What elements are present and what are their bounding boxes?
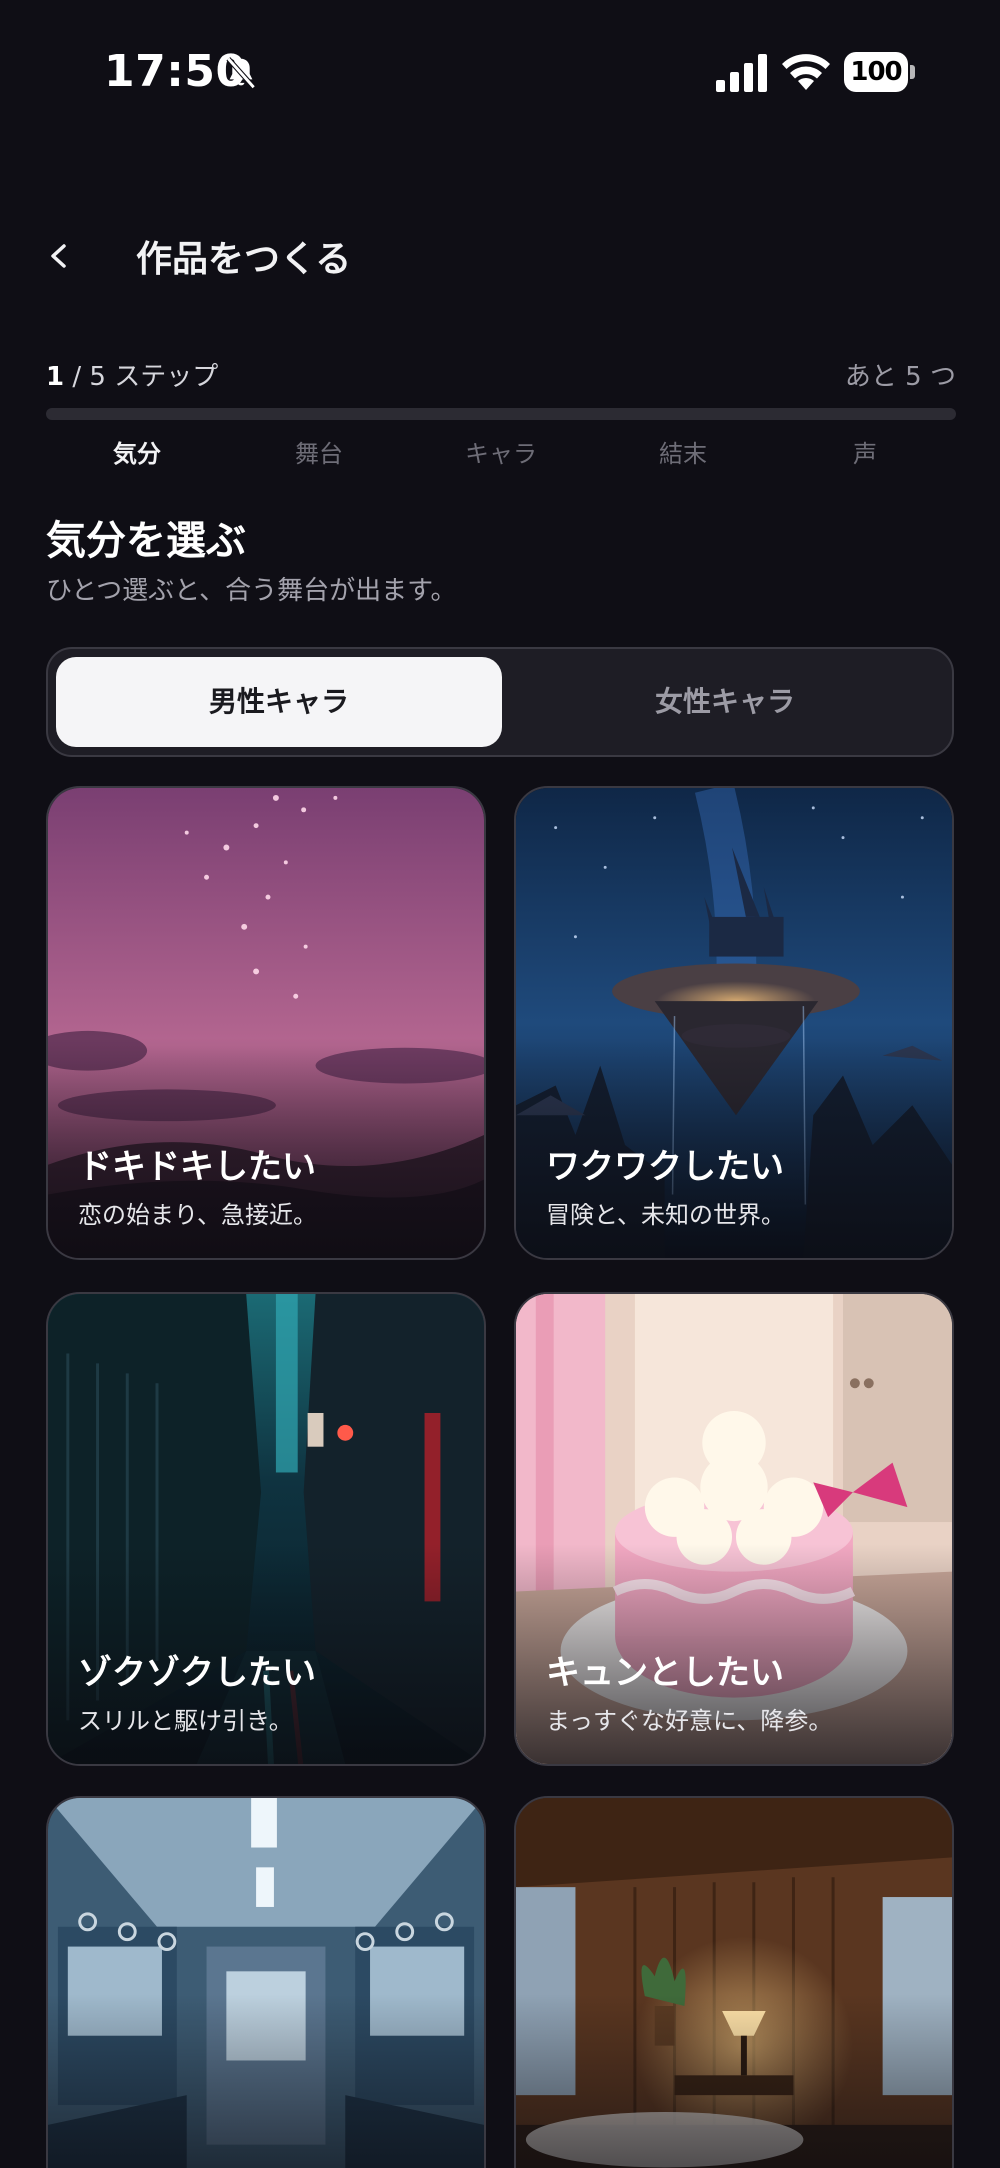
battery-tip xyxy=(910,65,915,79)
wifi-icon xyxy=(782,54,830,90)
mood-subtitle: スリルと駆け引き。 xyxy=(78,1707,293,1735)
step-tab-stage[interactable]: 舞台 xyxy=(228,434,410,470)
battery-indicator: 100 xyxy=(844,52,916,92)
step-tab-mood[interactable]: 気分 xyxy=(46,434,228,470)
step-tab-voice[interactable]: 声 xyxy=(774,434,956,470)
card-shade xyxy=(48,1994,484,2168)
mood-subtitle: 冒険と、未知の世界。 xyxy=(546,1201,786,1229)
female-character-button[interactable]: 女性キャラ xyxy=(502,657,948,747)
mood-card-zokuzoku[interactable]: ゾクゾクしたい スリルと駆け引き。 xyxy=(46,1292,486,1766)
battery-level: 100 xyxy=(844,52,908,92)
step-tab-character[interactable]: キャラ xyxy=(410,434,592,470)
mood-subtitle: まっすぐな好意に、降参。 xyxy=(546,1707,833,1735)
step-current: 1 xyxy=(46,362,65,392)
cellular-signal-icon xyxy=(716,54,767,92)
male-character-button[interactable]: 男性キャラ xyxy=(56,657,502,747)
progress-bar xyxy=(46,408,956,420)
section-title: 気分を選ぶ xyxy=(46,518,246,564)
bell-muted-icon xyxy=(226,57,256,89)
card-shade xyxy=(516,1994,952,2168)
step-total: 5 ステップ xyxy=(89,362,219,392)
mood-title: ドキドキしたい xyxy=(78,1147,316,1187)
mood-card-train[interactable] xyxy=(46,1796,486,2168)
section-subtitle: ひとつ選ぶと、合う舞台が出ます。 xyxy=(46,576,457,606)
mood-title: キュンとしたい xyxy=(546,1653,784,1693)
mood-card-dokidoki[interactable]: ドキドキしたい 恋の始まり、急接近。 xyxy=(46,786,486,1260)
step-tab-ending[interactable]: 結末 xyxy=(592,434,774,470)
chevron-left-icon[interactable] xyxy=(44,238,74,274)
header: 作品をつくる xyxy=(0,220,1000,290)
mood-card-wakuwaku[interactable]: ワクワクしたい 冒険と、未知の世界。 xyxy=(514,786,954,1260)
step-counter: 1 / 5 ステップ あと 5 つ xyxy=(46,356,956,396)
status-bar: 17:50 100 xyxy=(0,0,1000,150)
character-gender-toggle: 男性キャラ 女性キャラ xyxy=(46,647,954,757)
mood-title: ゾクゾクしたい xyxy=(78,1653,316,1693)
page-title: 作品をつくる xyxy=(136,239,352,280)
steps-remaining: あと 5 つ xyxy=(844,362,956,392)
mood-title: ワクワクしたい xyxy=(546,1147,784,1187)
step-separator: / xyxy=(64,362,90,392)
mood-card-cabin[interactable] xyxy=(514,1796,954,2168)
mood-card-kyun[interactable]: キュンとしたい まっすぐな好意に、降参。 xyxy=(514,1292,954,1766)
step-tabs: 気分 舞台 キャラ 結末 声 xyxy=(46,434,956,470)
mood-subtitle: 恋の始まり、急接近。 xyxy=(78,1201,318,1229)
